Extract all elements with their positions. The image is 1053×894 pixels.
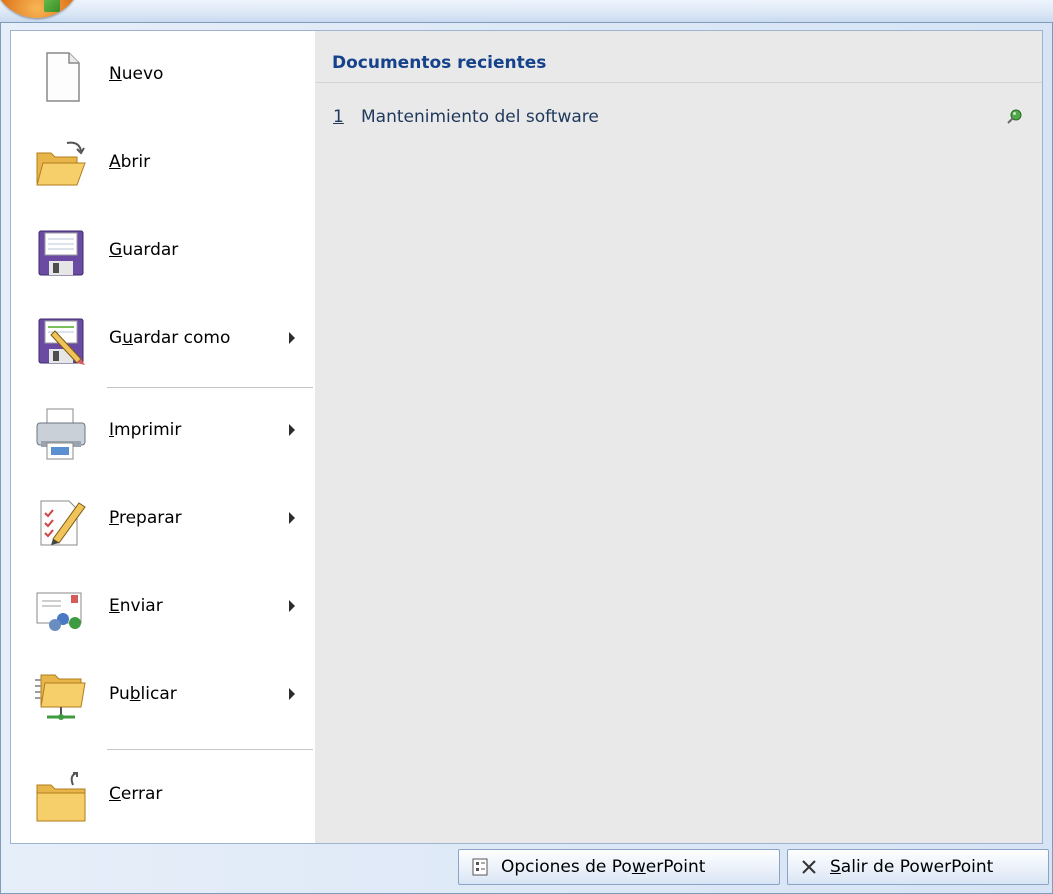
office-logo-icon (44, 0, 60, 12)
save-as-icon (38, 318, 85, 365)
publish-folder-icon (35, 674, 86, 720)
submenu-arrow-icon (289, 332, 295, 344)
save-disk-icon (38, 230, 84, 276)
submenu-arrow-icon (289, 512, 295, 524)
recent-item-number: 1 (333, 107, 344, 127)
recent-documents-header: Documentos recientes (315, 31, 1042, 83)
options-button[interactable]: Opciones de PowerPoint (458, 849, 780, 885)
menu-item-guardar[interactable]: Guardar (11, 207, 315, 295)
prepare-document-icon (40, 500, 86, 546)
options-button-label: Opciones de PowerPoint (501, 857, 706, 877)
pin-icon[interactable] (1005, 108, 1023, 126)
menu-item-label: Imprimir (109, 420, 182, 440)
menu-item-label: Nuevo (109, 64, 164, 84)
menu-item-label: Abrir (109, 152, 151, 172)
menu-item-label: Cerrar (109, 784, 163, 804)
menu-item-label: Enviar (109, 596, 163, 616)
menu-separator (107, 749, 313, 750)
menu-item-preparar[interactable]: Preparar (11, 475, 315, 563)
exit-button-label: Salir de PowerPoint (830, 857, 994, 877)
submenu-arrow-icon (289, 688, 295, 700)
new-document-icon (46, 52, 80, 102)
menu-item-guardar-como[interactable]: Guardar como (11, 295, 315, 383)
options-icon (472, 858, 488, 876)
office-menu-commands: Nuevo Abrir Guardar Guardar como Imprimi… (10, 30, 316, 844)
recent-documents-title: Documentos recientes (332, 53, 547, 73)
submenu-arrow-icon (289, 424, 295, 436)
menu-item-label: Guardar (109, 240, 179, 260)
exit-button[interactable]: Salir de PowerPoint (787, 849, 1049, 885)
menu-item-imprimir[interactable]: Imprimir (11, 387, 315, 475)
submenu-arrow-icon (289, 600, 295, 612)
menu-item-abrir[interactable]: Abrir (11, 119, 315, 207)
menu-item-label: Publicar (109, 684, 177, 704)
menu-item-publicar[interactable]: Publicar (11, 651, 315, 739)
printer-icon (36, 408, 86, 460)
recent-document-item[interactable]: 1 Mantenimiento del software (315, 103, 1042, 137)
close-x-icon (802, 860, 816, 874)
open-folder-icon (36, 141, 86, 186)
menu-item-nuevo[interactable]: Nuevo (11, 31, 315, 119)
recent-documents-panel: Documentos recientes 1 Mantenimiento del… (315, 30, 1043, 844)
menu-item-label: Preparar (109, 508, 182, 528)
menu-item-label: Guardar como (109, 328, 231, 348)
send-icon (36, 592, 82, 631)
title-bar (0, 0, 1053, 22)
close-folder-icon (36, 772, 86, 822)
recent-item-name: Mantenimiento del software (361, 107, 599, 127)
menu-item-cerrar[interactable]: Cerrar (11, 751, 315, 839)
menu-item-enviar[interactable]: Enviar (11, 563, 315, 651)
